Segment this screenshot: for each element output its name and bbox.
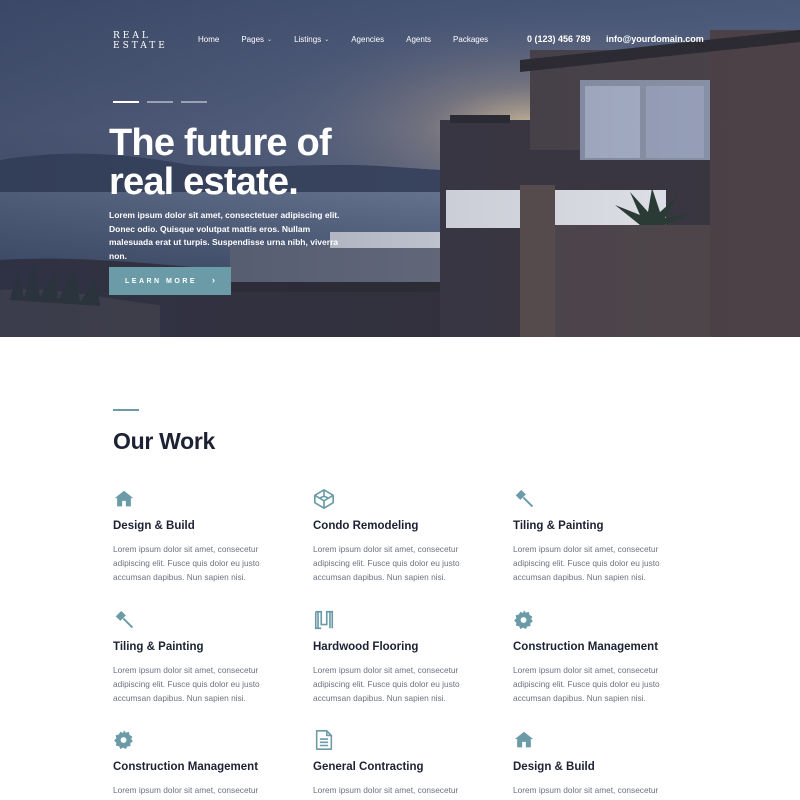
service-card[interactable]: Tiling & Painting Lorem ipsum dolor sit … [113, 609, 283, 709]
service-card[interactable]: Condo Remodeling Lorem ipsum dolor sit a… [313, 488, 483, 588]
service-title: General Contracting [313, 761, 424, 773]
chevron-down-icon: ⌄ [267, 37, 273, 43]
hero-title-line1: The future of [109, 122, 332, 164]
nav-item-agents[interactable]: Agents [406, 35, 431, 44]
service-description: Lorem ipsum dolor sit amet, consecetur a… [513, 665, 660, 703]
service-card[interactable]: Design & Build Lorem ipsum dolor sit ame… [113, 488, 283, 588]
home-icon [514, 731, 534, 748]
service-title: Design & Build [513, 761, 595, 773]
section-title: Our Work [113, 428, 215, 454]
service-title: Hardwood Flooring [313, 641, 419, 653]
site-logo[interactable]: REAL ESTATE [113, 31, 168, 51]
service-description: Lorem ipsum dolor sit amet, consecetur a… [313, 665, 460, 703]
service-title: Condo Remodeling [313, 520, 419, 532]
service-description: Lorem ipsum dolor sit amet, consecetur [313, 785, 459, 795]
nav-item-pages[interactable]: Pages ⌄ [241, 35, 272, 44]
nav-label: Packages [453, 35, 489, 44]
nav-item-packages[interactable]: Packages [453, 35, 488, 44]
chevron-right-icon: › [212, 275, 215, 285]
cube-icon [314, 489, 334, 509]
service-card[interactable]: Hardwood Flooring Lorem ipsum dolor sit … [313, 609, 483, 709]
nav-label: Agents [406, 35, 432, 44]
home-icon [114, 490, 134, 507]
hero-title: The future of real estate. [109, 124, 429, 202]
service-card[interactable]: Design & Build Lorem ipsum dolor sit ame… [513, 729, 683, 800]
service-description: Lorem ipsum dolor sit amet, consecetur [513, 785, 659, 795]
hammer-icon [515, 489, 534, 508]
service-card[interactable]: Construction Management Lorem ipsum dolo… [113, 729, 283, 800]
service-card[interactable]: General Contracting Lorem ipsum dolor si… [313, 729, 483, 800]
section-accent-line [113, 409, 139, 411]
hammer-icon [115, 610, 134, 629]
nav-label: Home [198, 35, 220, 44]
chevron-down-icon: ⌄ [324, 37, 330, 43]
slider-indicator-3[interactable] [181, 101, 207, 103]
hero-title-line2: real estate. [109, 161, 299, 203]
contact-email[interactable]: info@yourdomain.com [606, 34, 704, 44]
gear-icon [514, 610, 533, 629]
learn-more-button[interactable]: LEARN MORE › [109, 267, 231, 295]
service-description: Lorem ipsum dolor sit amet, consecetur a… [513, 544, 660, 582]
service-description: Lorem ipsum dolor sit amet, consecetur a… [113, 665, 260, 703]
service-card[interactable]: Tiling & Painting Lorem ipsum dolor sit … [513, 488, 683, 588]
service-description: Lorem ipsum dolor sit amet, consecetur a… [313, 544, 460, 582]
slider-indicators [113, 101, 215, 103]
service-description: Lorem ipsum dolor sit amet, consecetur [113, 785, 259, 795]
hero-section: REAL ESTATE Home Pages ⌄ Listings ⌄ Agenci… [0, 0, 800, 337]
top-navigation: REAL ESTATE Home Pages ⌄ Listings ⌄ Agenci… [0, 0, 800, 80]
slider-indicator-2[interactable] [147, 101, 173, 103]
gear-icon [114, 730, 133, 749]
learn-more-label: LEARN MORE [125, 277, 198, 285]
nav-label: Pages [241, 35, 265, 44]
document-icon [315, 730, 333, 750]
nav-label: Agencies [351, 35, 385, 44]
nav-item-agencies[interactable]: Agencies [351, 35, 384, 44]
nav-item-listings[interactable]: Listings ⌄ [294, 35, 329, 44]
service-title: Construction Management [113, 761, 259, 773]
service-title: Tiling & Painting [513, 520, 604, 532]
logo-line1: REAL [113, 31, 151, 41]
main-menu: Home Pages ⌄ Listings ⌄ Agencies Agents Pa… [198, 35, 510, 44]
contact-phone[interactable]: 0 (123) 456 789 [527, 34, 591, 44]
slider-indicator-1[interactable] [113, 101, 139, 103]
flooring-icon [314, 610, 334, 630]
service-description: Lorem ipsum dolor sit amet, consecetur a… [113, 544, 260, 582]
service-title: Design & Build [113, 520, 195, 532]
service-title: Tiling & Painting [113, 641, 204, 653]
hero-description: Lorem ipsum dolor sit amet, consectetuer… [109, 210, 340, 261]
nav-label: Listings [294, 35, 322, 44]
service-card[interactable]: Construction Management Lorem ipsum dolo… [513, 609, 683, 709]
nav-item-home[interactable]: Home [198, 35, 219, 44]
service-title: Construction Management [513, 641, 659, 653]
logo-line2: ESTATE [113, 41, 168, 51]
